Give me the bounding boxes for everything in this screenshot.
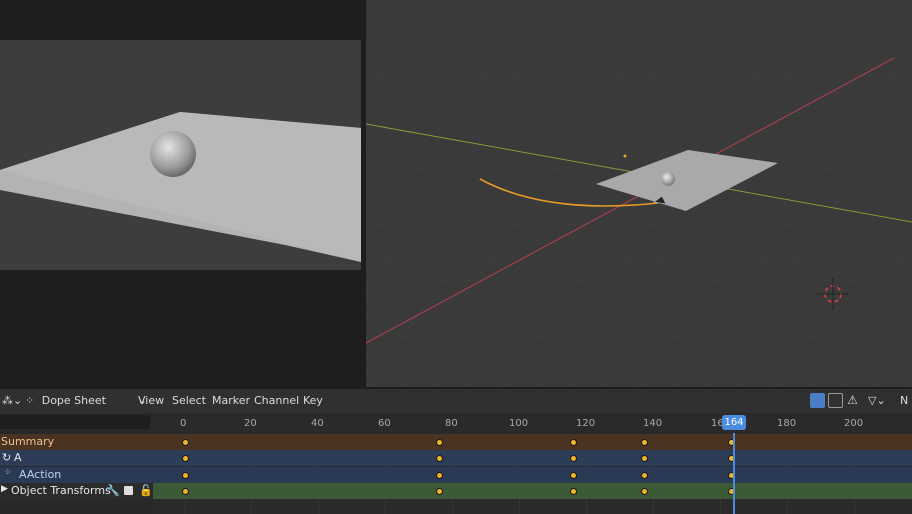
tick-label: 140 bbox=[643, 418, 663, 429]
playhead-line[interactable] bbox=[733, 433, 735, 514]
3d-viewport[interactable] bbox=[366, 0, 912, 387]
menu-channel[interactable]: Channel bbox=[254, 394, 299, 407]
tick-label: 20 bbox=[244, 418, 257, 429]
menu-key[interactable]: Key bbox=[303, 394, 323, 407]
wrench-icon[interactable]: 🔧 bbox=[106, 484, 120, 497]
current-frame-indicator[interactable]: 164 bbox=[722, 415, 746, 430]
keyframe-marker[interactable] bbox=[640, 487, 648, 495]
tick-label: 120 bbox=[576, 418, 596, 429]
menu-view[interactable]: View bbox=[138, 394, 164, 407]
camera-view-area[interactable] bbox=[0, 0, 365, 388]
channel-object[interactable]: ↻ A bbox=[0, 450, 153, 466]
channel-summary[interactable]: Summary bbox=[0, 434, 153, 450]
keyframe-marker[interactable] bbox=[570, 471, 578, 479]
keyframe-marker[interactable] bbox=[181, 438, 189, 446]
filter-icon[interactable]: ▽⌄ bbox=[868, 394, 886, 407]
channel-action[interactable]: ⁘ AAction bbox=[0, 467, 153, 483]
floor-grid bbox=[366, 60, 912, 387]
tick-label: 180 bbox=[777, 418, 797, 429]
dope-sheet-timeline[interactable]: 0 20 40 60 80 100 120 140 16 180 200 164 bbox=[153, 413, 912, 514]
mode-dropdown[interactable]: ⁘ Dope Sheet ⌄ bbox=[25, 394, 147, 407]
sphere bbox=[150, 131, 196, 177]
tick-label: 100 bbox=[509, 418, 529, 429]
camera-scene bbox=[0, 112, 361, 262]
sphere-object[interactable] bbox=[661, 172, 675, 186]
keyframe-marker[interactable] bbox=[570, 454, 578, 462]
lock-icon[interactable]: 🔓 bbox=[139, 484, 153, 497]
keyframe-marker[interactable] bbox=[640, 438, 648, 446]
keyframe-marker[interactable] bbox=[640, 454, 648, 462]
keyframe-marker[interactable] bbox=[436, 438, 444, 446]
only-errors-icon[interactable]: ⚠ bbox=[845, 393, 860, 408]
channel-summary-label: Summary bbox=[1, 435, 55, 448]
tick-label: 0 bbox=[180, 418, 187, 429]
origin-dot bbox=[623, 154, 627, 158]
only-selected-icon[interactable] bbox=[810, 393, 825, 408]
tick-label: 200 bbox=[844, 418, 864, 429]
tick-label: 80 bbox=[445, 418, 458, 429]
keyframe-marker[interactable] bbox=[181, 454, 189, 462]
keyframe-marker[interactable] bbox=[181, 471, 189, 479]
object-track bbox=[153, 450, 912, 466]
dopesheet-icon: ⁘ bbox=[25, 394, 35, 407]
channel-group-label: Object Transforms bbox=[11, 484, 111, 497]
keyframe-marker[interactable] bbox=[436, 454, 444, 462]
checkbox-icon[interactable] bbox=[124, 486, 133, 495]
keyframe-marker[interactable] bbox=[436, 487, 444, 495]
channel-list: Summary ↻ A ⁘ AAction ▶ Object Transform… bbox=[0, 413, 153, 514]
normal-label[interactable]: N bbox=[900, 394, 908, 407]
keyframe-marker[interactable] bbox=[570, 487, 578, 495]
dope-sheet-header: ⁂⌄ ⁘ Dope Sheet ⌄ View Select Marker Cha… bbox=[0, 389, 912, 413]
menu-marker[interactable]: Marker bbox=[212, 394, 250, 407]
group-track bbox=[153, 483, 912, 499]
channel-action-label: AAction bbox=[19, 468, 62, 481]
channel-object-label: A bbox=[14, 451, 22, 464]
mode-label: Dope Sheet bbox=[41, 394, 106, 407]
keyframe-marker[interactable] bbox=[181, 487, 189, 495]
menu-select[interactable]: Select bbox=[172, 394, 206, 407]
viewport-scene bbox=[366, 57, 912, 387]
search-input[interactable] bbox=[0, 415, 150, 429]
tick-label: 40 bbox=[311, 418, 324, 429]
action-icon: ⁘ bbox=[4, 468, 12, 478]
expand-arrow-icon[interactable]: ▶ bbox=[1, 484, 8, 494]
keyframe-marker[interactable] bbox=[436, 471, 444, 479]
keyframe-marker[interactable] bbox=[570, 438, 578, 446]
channel-group[interactable]: ▶ Object Transforms 🔧 🔓 bbox=[0, 483, 153, 499]
object-icon: ↻ bbox=[2, 451, 12, 464]
camera-view[interactable] bbox=[0, 40, 361, 270]
show-hidden-icon[interactable] bbox=[828, 393, 843, 408]
action-track bbox=[153, 467, 912, 483]
summary-track bbox=[153, 434, 912, 450]
editor-type-icon[interactable]: ⁂⌄ bbox=[2, 394, 22, 407]
keyframe-marker[interactable] bbox=[640, 471, 648, 479]
tick-label: 60 bbox=[378, 418, 391, 429]
